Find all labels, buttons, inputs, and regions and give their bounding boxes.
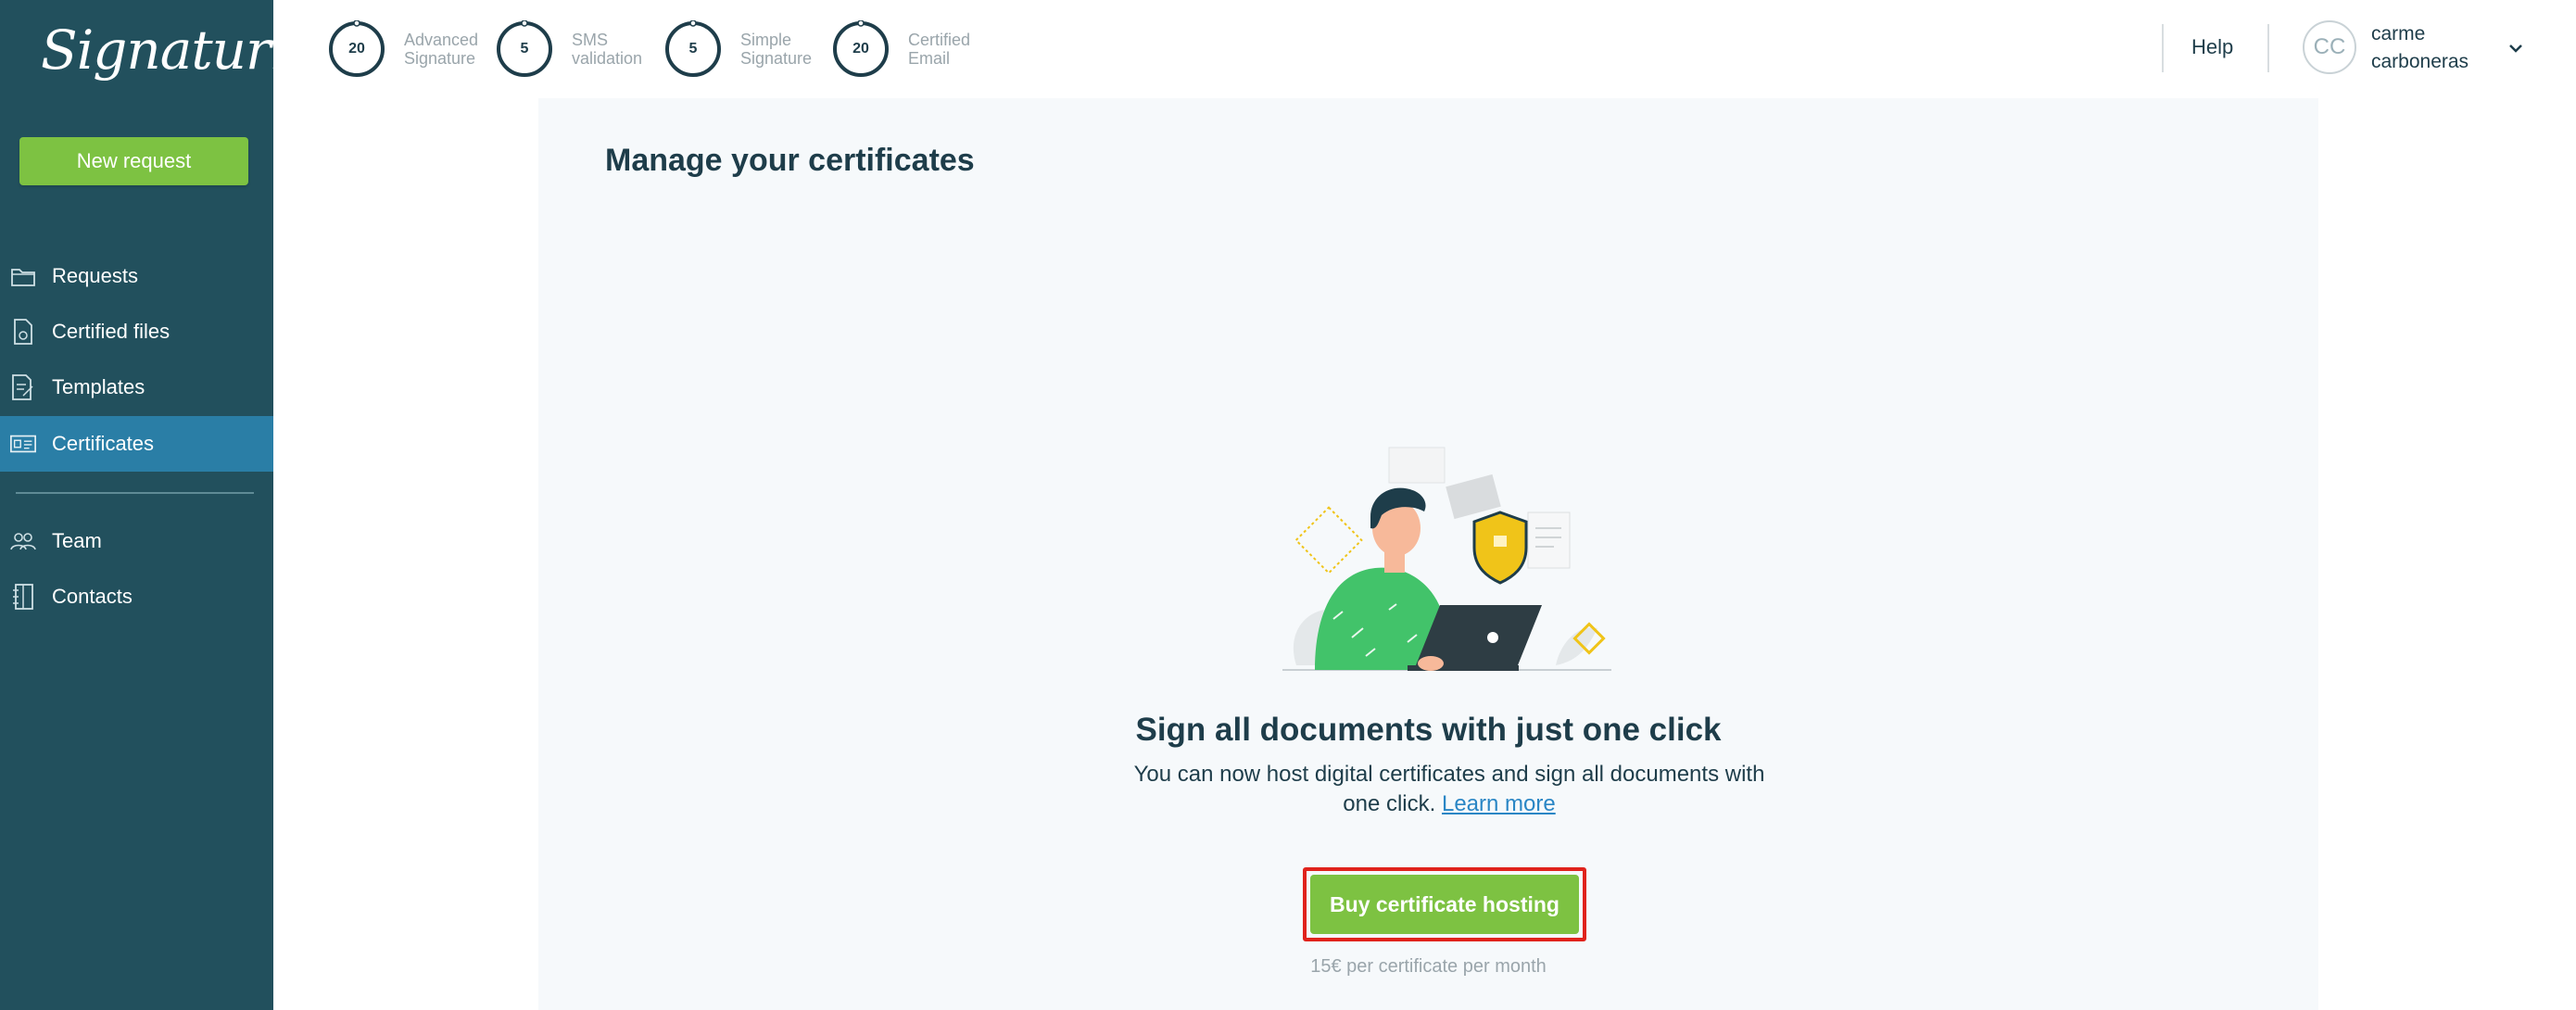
sidebar-item-contacts[interactable]: Contacts <box>0 569 273 625</box>
sidebar-divider <box>16 492 254 494</box>
contacts-book-icon <box>9 583 37 611</box>
sidebar-item-certificates[interactable]: Certificates <box>0 416 273 472</box>
new-request-button[interactable]: New request <box>19 137 248 185</box>
header-divider <box>2267 24 2269 72</box>
sidebar-item-templates[interactable]: Templates <box>0 360 273 415</box>
counter-label: Advanced Signature <box>404 31 479 68</box>
price-note: 15€ per certificate per month <box>1310 956 1547 977</box>
counter-simple-signature: 5 Simple Signature <box>664 20 824 78</box>
main-content: Manage your certificates Sign all docume… <box>538 98 2318 1010</box>
empty-state-description: You can now host digital certificates an… <box>1133 762 1765 816</box>
user-first-name: carme <box>2371 23 2426 44</box>
sidebar-item-label: Certificates <box>52 432 155 455</box>
user-name[interactable]: carme carboneras <box>2371 20 2469 76</box>
person-with-laptop-illustration <box>1278 443 1621 676</box>
sidebar-item-label: Team <box>52 529 102 552</box>
counter-sms-validation: 5 SMS validation <box>496 20 655 78</box>
template-icon <box>9 373 37 401</box>
counter-ring: 5 <box>664 20 722 78</box>
learn-more-link[interactable]: Learn more <box>1442 791 1556 816</box>
header-divider <box>2162 24 2164 72</box>
certified-file-icon <box>9 318 37 346</box>
folder-icon <box>9 262 37 290</box>
counter-label: SMS validation <box>572 31 643 68</box>
avatar[interactable]: CC <box>2303 20 2356 74</box>
counter-value: 20 <box>852 41 869 57</box>
empty-state-heading: Sign all documents with just one click <box>1135 712 1722 748</box>
counter-ring: 20 <box>832 20 890 78</box>
sidebar-item-requests[interactable]: Requests <box>0 248 273 304</box>
sidebar-item-certified-files[interactable]: Certified files <box>0 304 273 360</box>
sidebar-item-label: Templates <box>52 375 145 398</box>
counter-ring: 5 <box>496 20 553 78</box>
counter-label: Simple Signature <box>740 31 813 68</box>
user-last-name: carboneras <box>2371 51 2469 72</box>
page-title: Manage your certificates <box>605 143 975 178</box>
sidebar: Signaturit New request Requests Certifie… <box>0 0 309 1010</box>
counter-value: 20 <box>348 41 365 57</box>
help-link[interactable]: Help <box>2191 35 2233 59</box>
counter-label: Certified Email <box>908 31 971 68</box>
counter-value: 5 <box>688 41 698 57</box>
counter-advanced-signature: 20 Advanced Signature <box>328 20 487 78</box>
sidebar-item-label: Certified files <box>52 320 170 343</box>
team-icon <box>9 527 37 555</box>
sidebar-item-team[interactable]: Team <box>0 513 273 569</box>
counter-value: 5 <box>520 41 529 57</box>
chevron-down-icon[interactable] <box>2505 39 2527 57</box>
counter-certified-email: 20 Certified Email <box>832 20 991 78</box>
buy-certificate-hosting-button[interactable]: Buy certificate hosting <box>1310 875 1579 934</box>
counter-ring: 20 <box>328 20 385 78</box>
signaturit-logo[interactable]: Signaturit <box>41 13 309 87</box>
sidebar-item-label: Requests <box>52 264 138 287</box>
sidebar-item-label: Contacts <box>52 585 133 608</box>
certificate-card-icon <box>9 430 37 458</box>
top-bar: 20 Advanced Signature 5 SMS validation 5 S… <box>273 0 2576 98</box>
